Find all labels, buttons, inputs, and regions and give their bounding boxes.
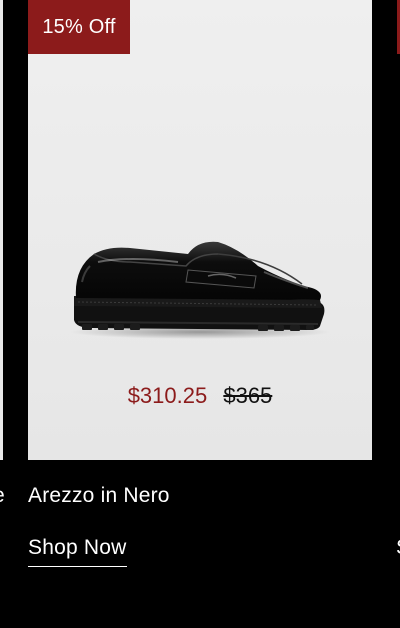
sale-price: $310.25 [127,383,208,408]
shop-now-link[interactable]: Shop Now [28,534,127,567]
original-price: $365 [223,383,273,408]
product-carousel: e S 15% Off [0,0,400,628]
product-card-image[interactable]: 15% Off $310.25 $365 [28,0,372,460]
next-card-link[interactable]: S [396,536,400,560]
previous-card-name[interactable]: e [0,484,5,508]
discount-badge: 15% Off [28,0,130,54]
previous-card-image[interactable] [0,0,3,460]
price-row: $310.25 $365 [28,382,372,410]
product-name[interactable]: Arezzo in Nero [28,482,170,510]
loafer-shoe-image[interactable] [68,232,330,342]
